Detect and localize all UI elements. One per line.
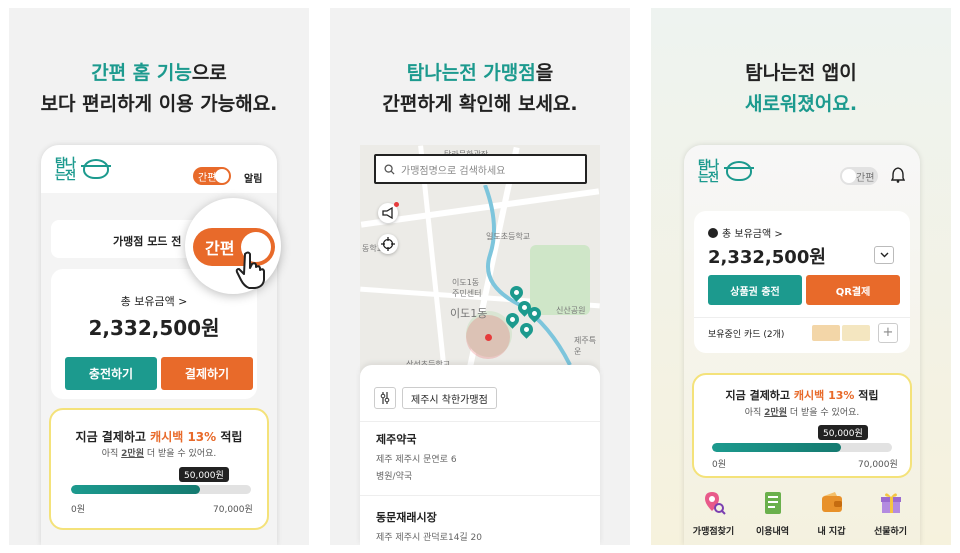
map-search-icon — [704, 492, 726, 515]
merchant-name: 동문재래시장 — [376, 511, 437, 524]
menu-label: 이용내역 — [755, 527, 790, 537]
wallet-icon — [821, 492, 842, 512]
progress-tooltip: 50,000원 — [179, 467, 229, 482]
qr-pay-button[interactable]: QR결제 — [806, 275, 900, 305]
panel-headline: 탐나는전 가맹점을 간편하게 확인해 보세요. — [382, 62, 578, 115]
search-icon — [384, 163, 395, 175]
balance-amount: 2,332,500원 — [708, 247, 826, 268]
promo-subtitle: 아직 2만원 더 받을 수 있어요. — [744, 408, 860, 418]
app-logo: 탐나는전 — [55, 157, 111, 181]
charge-button[interactable]: 충전하기 — [65, 357, 157, 390]
progress-min: 0원 — [71, 505, 86, 515]
ledger-icon — [764, 492, 781, 514]
simple-mode-toggle[interactable]: 간편 — [840, 167, 878, 185]
list-item[interactable]: 동문재래시장 제주 제주시 관덕로14길 20 — [376, 509, 482, 543]
owned-cards-label[interactable]: 보유중인 카드 (2개) — [708, 327, 784, 340]
progress-max: 70,000원 — [213, 505, 253, 515]
balance-label-row[interactable]: 총 보유금액 > — [708, 225, 783, 240]
balance-label: 총 보유금액 > — [722, 229, 783, 240]
balance-expand-button[interactable] — [874, 246, 894, 264]
alarm-link[interactable]: 알림 — [244, 170, 262, 185]
progress-fill — [712, 443, 841, 452]
phone-screen: 탐나는전 간편 총 보유금액 > 2,332,500원 상품권 충전 QR결제 … — [684, 145, 920, 545]
merchant-address: 제주 제주시 문연로 6 — [376, 455, 457, 465]
promo-panel-merchant-map: 탐나는전 가맹점을 간편하게 확인해 보세요. 탐라문화광장 일도초등학교 동학… — [330, 8, 630, 545]
promo-subtitle: 아직 2만원 더 받을 수 있어요. — [101, 449, 217, 459]
pay-button[interactable]: 결제하기 — [161, 357, 253, 390]
megaphone-icon — [382, 207, 393, 219]
map-label: 이도1동 — [450, 307, 488, 320]
toggle-label: 간편 — [198, 172, 217, 184]
progress-min: 0원 — [712, 460, 727, 470]
progress-track — [71, 485, 251, 494]
add-card-button[interactable]: + — [878, 323, 898, 343]
map-label: 제주특 운 — [574, 336, 597, 356]
menu-label: 가맹점찾기 — [692, 527, 735, 537]
toggle-label: 간편 — [856, 172, 875, 184]
progress-track — [712, 443, 892, 452]
menu-label: 내 지갑 — [817, 527, 846, 537]
voucher-charge-button[interactable]: 상품권 충전 — [708, 275, 802, 305]
toggle-knob — [842, 169, 856, 183]
map-label: 신산공원 — [556, 306, 586, 315]
merchant-category: 병원/약국 — [376, 472, 413, 482]
crosshair-icon — [381, 237, 395, 251]
menu-gift[interactable]: 선물하기 — [865, 490, 917, 545]
map-label: 이도1동 주민센터 — [452, 278, 482, 298]
notice-dot — [394, 202, 399, 207]
app-logo: 탐나는전 — [698, 159, 754, 183]
menu-label: 선물하기 — [873, 527, 908, 537]
panel-headline: 간편 홈 기능으로 보다 편리하게 이용 가능해요. — [40, 62, 278, 115]
my-location-dot — [485, 334, 492, 341]
logo-mascot-icon — [724, 161, 754, 181]
progress-fill — [71, 485, 200, 494]
panel-headline: 탐나는전 앱이 새로워졌어요. — [744, 62, 858, 115]
menu-merchant-search[interactable]: 가맹점찾기 — [688, 490, 740, 545]
quick-menu: 가맹점찾기 이용내역 내 지갑 선물하기 — [684, 490, 920, 545]
card-thumbnail[interactable] — [842, 325, 870, 341]
card-thumbnail[interactable] — [812, 325, 840, 341]
toggle-knob — [215, 169, 229, 183]
simple-mode-toggle[interactable]: 간편 — [193, 167, 231, 185]
balance-card: 총 보유금액 > 2,332,500원 상품권 충전 QR결제 보유중인 카드 … — [694, 211, 910, 353]
balance-label[interactable]: 총 보유금액 > — [51, 293, 257, 309]
megaphone-button[interactable] — [378, 202, 399, 223]
promo-title: 지금 결제하고 캐시백 13% 적립 — [75, 430, 243, 444]
balance-amount: 2,332,500원 — [88, 316, 220, 340]
won-coin-icon — [708, 227, 718, 238]
bell-icon[interactable] — [891, 167, 905, 183]
hand-pointer-icon — [235, 251, 265, 289]
progress-max: 70,000원 — [858, 460, 898, 470]
merchant-address: 제주 제주시 관덕로14길 20 — [376, 533, 483, 543]
promo-title: 지금 결제하고 캐시백 13% 적립 — [725, 389, 879, 402]
cashback-promo-card[interactable]: 지금 결제하고 캐시백 13% 적립 아직 2만원 더 받을 수 있어요. 50… — [49, 408, 269, 530]
chevron-down-icon — [880, 252, 889, 258]
filter-chip[interactable]: 제주시 착한가맹점 — [402, 387, 497, 409]
filter-sliders-icon — [380, 392, 390, 404]
cashback-promo-card[interactable]: 지금 결제하고 캐시백 13% 적립 아직 2만원 더 받을 수 있어요. 50… — [692, 373, 912, 478]
map-label: 일도초등학교 — [486, 232, 531, 241]
progress-tooltip: 50,000원 — [818, 425, 868, 440]
merchant-name: 제주약국 — [376, 433, 417, 446]
search-placeholder: 가맹점명으로 검색하세요 — [401, 165, 506, 177]
current-location-button[interactable] — [378, 234, 398, 254]
gift-icon — [880, 493, 901, 513]
promo-panel-new-app: 탐나는전 앱이 새로워졌어요. 탐나는전 간편 총 보유금액 > 2,332,5… — [651, 8, 951, 545]
list-item[interactable]: 제주약국 제주 제주시 문연로 6 병원/약국 — [376, 431, 457, 482]
menu-wallet[interactable]: 내 지갑 — [806, 490, 858, 545]
promo-panel-simple-home: 간편 홈 기능으로 보다 편리하게 이용 가능해요. 탐나는전 간편 알림 가맹… — [9, 8, 309, 545]
merchant-search-input[interactable]: 가맹점명으로 검색하세요 — [374, 154, 587, 184]
logo-mascot-icon — [81, 159, 111, 179]
filter-button[interactable] — [374, 387, 396, 409]
zoom-callout: 간편 — [185, 198, 281, 294]
menu-history[interactable]: 이용내역 — [747, 490, 799, 545]
merchant-list-sheet: 제주시 착한가맹점 제주약국 제주 제주시 문연로 6 병원/약국 동문재래시장… — [360, 365, 600, 545]
